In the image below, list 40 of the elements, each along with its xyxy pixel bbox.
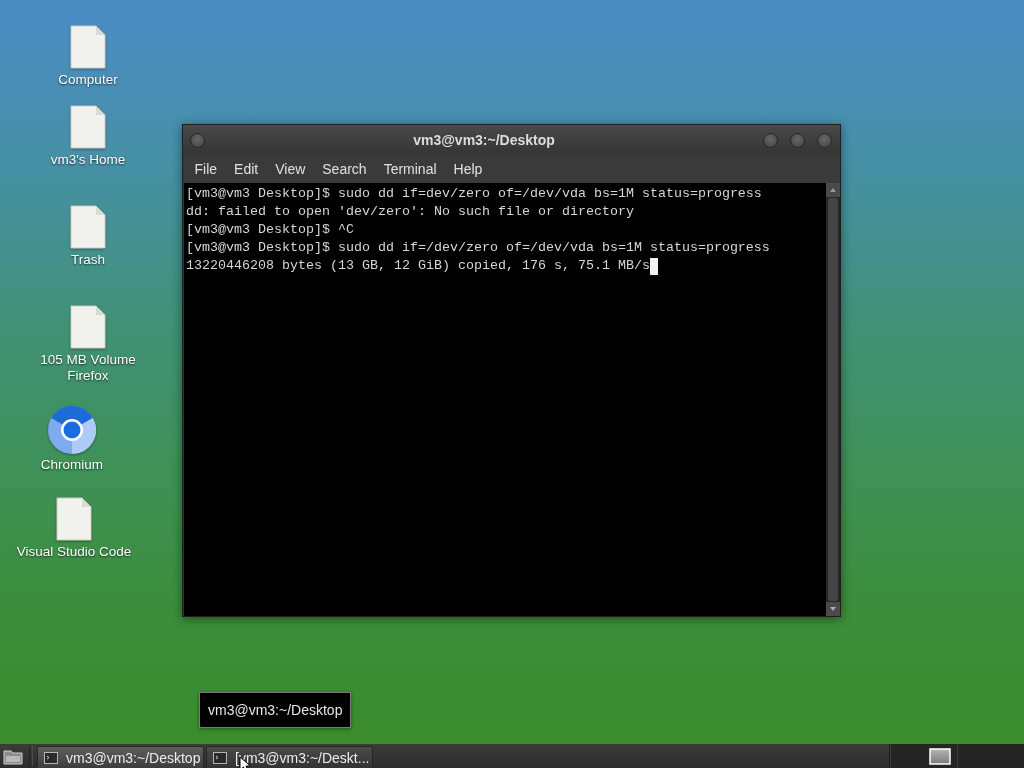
folder-icon xyxy=(2,747,23,765)
desktop-icon-label[interactable]: vm3's Home xyxy=(50,152,126,168)
terminal-icon xyxy=(44,751,58,764)
file-icon[interactable] xyxy=(70,25,106,69)
menu-item[interactable]: View xyxy=(266,157,314,181)
taskbar-button[interactable]: vm3@vm3:~/Desktop xyxy=(37,746,204,768)
terminal-line: [vm3@vm3 Desktop]$ sudo dd if=/dev/zero of=/dev/vda bs=1M status=progress xyxy=(186,239,770,257)
desktop-icon-label[interactable]: Trash xyxy=(71,252,105,268)
menu-item[interactable]: File xyxy=(186,157,226,181)
tooltip: vm3@vm3:~/Desktop xyxy=(199,692,352,728)
terminal-line: 13220446208 bytes (13 GB, 12 GiB) copied, 176 s, 75.1 MB/s xyxy=(186,257,650,275)
scroll-up-button[interactable] xyxy=(826,183,840,197)
menu-item[interactable]: Terminal xyxy=(375,157,446,181)
menu-item[interactable]: Search xyxy=(313,157,376,181)
desktop-icon-label[interactable]: Computer xyxy=(58,72,118,88)
file-icon[interactable] xyxy=(70,305,106,349)
terminal-icon xyxy=(213,751,227,764)
desktop-icon-label[interactable]: Visual Studio Code xyxy=(16,544,132,560)
close-button[interactable] xyxy=(817,132,832,148)
desktop-icon-label[interactable]: Chromium xyxy=(40,457,104,473)
terminal-line: [vm3@vm3 Desktop]$ sudo dd if=dev/zero of=/dev/vda bs=1M status=progress xyxy=(186,185,762,203)
app-logo-icon[interactable] xyxy=(48,406,96,454)
taskbar-button[interactable]: [vm3@vm3:~/Deskt... xyxy=(206,746,373,768)
minimize-button[interactable] xyxy=(763,132,778,148)
screen-icon xyxy=(929,747,951,765)
menu-item[interactable]: Edit xyxy=(225,157,267,181)
maximize-button[interactable] xyxy=(790,132,805,148)
menu-item[interactable]: Help xyxy=(445,157,491,181)
scrollbar-thumb[interactable] xyxy=(828,198,838,601)
desktop-icon-label[interactable]: 105 MB Volume xyxy=(40,352,136,368)
scroll-down-button[interactable] xyxy=(826,602,840,616)
window-title: vm3@vm3:~/Desktop xyxy=(412,132,556,148)
file-icon[interactable] xyxy=(56,497,92,541)
terminal-line: dd: failed to open 'dev/zero': No such file or directory xyxy=(186,203,634,221)
file-icon[interactable] xyxy=(70,105,106,149)
scrollbar[interactable] xyxy=(826,183,840,616)
terminal-line: [vm3@vm3 Desktop]$ ^C xyxy=(186,221,354,239)
file-icon[interactable] xyxy=(70,205,106,249)
window-menu-button[interactable] xyxy=(190,132,205,148)
desktop-icon-label[interactable]: Firefox xyxy=(67,368,109,384)
